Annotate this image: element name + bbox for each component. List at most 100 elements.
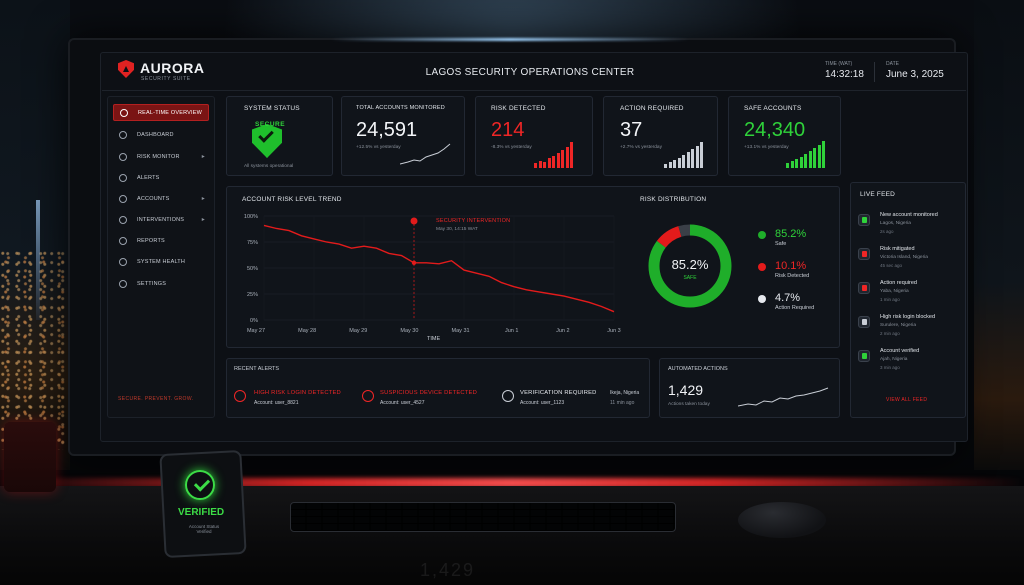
- sidebar-item[interactable]: SETTINGS: [113, 275, 209, 292]
- action-required-bars: [664, 140, 703, 168]
- live-feed-title: LIVE FEED: [860, 191, 896, 198]
- document-icon: [119, 236, 127, 245]
- shield-icon: [119, 152, 127, 161]
- feed-item-time: 1 min ago: [880, 297, 900, 302]
- system-status-sub: All systems operational: [244, 164, 294, 169]
- feed-item-time: 3 min ago: [880, 365, 900, 370]
- annotation-title: SECURITY INTERVENTION: [436, 218, 511, 224]
- view-all-feed-link[interactable]: VIEW ALL FEED: [886, 397, 927, 403]
- user-icon: [119, 194, 127, 203]
- automated-actions-sub: Actions taken today: [668, 402, 710, 407]
- recent-alerts-title: RECENT ALERTS: [234, 366, 280, 372]
- chevron-icon: ▸: [201, 154, 205, 160]
- sidebar-item[interactable]: REPORTS: [113, 232, 209, 249]
- feed-item-location: Surulere, Nigeria: [880, 323, 916, 328]
- bell-icon: [119, 173, 127, 182]
- tower-light: [36, 200, 40, 320]
- safe-accounts-sub: +13.1% vs yesterday: [744, 145, 789, 150]
- feed-item-location: Lagos, Nigeria: [880, 221, 911, 226]
- sidebar-item[interactable]: RISK MONITOR ▸: [113, 148, 209, 165]
- total-accounts-value: 24,591: [356, 119, 418, 141]
- mouse: [738, 502, 826, 538]
- alert-verify-icon: [502, 390, 514, 402]
- feed-status-icon: [858, 248, 870, 260]
- sidebar-item[interactable]: INTERVENTIONS ▸: [113, 211, 209, 228]
- clock-time: 14:32:18: [825, 69, 864, 80]
- right-window: [974, 0, 1024, 470]
- alert-title[interactable]: HIGH RISK LOGIN DETECTED: [254, 390, 341, 396]
- risk-detected-value: 214: [491, 119, 525, 141]
- feed-item-location: Yaba, Nigeria: [880, 289, 909, 294]
- sidebar-item-label: RISK MONITOR: [137, 153, 180, 160]
- system-status-state: SECURE: [255, 121, 286, 128]
- legend-swatch: [758, 231, 766, 239]
- feed-item-time: 2 min ago: [880, 331, 900, 336]
- monitor-glow: [330, 38, 690, 41]
- alert-location: Ikeja, Nigeria: [610, 390, 640, 396]
- alert-account: Account: user_1123: [520, 400, 565, 406]
- sidebar-item[interactable]: ACCOUNTS ▸: [113, 190, 209, 207]
- feed-item[interactable]: Risk mitigated Victoria Island, Nigeria 45…: [858, 246, 960, 276]
- sidebar-item[interactable]: REAL-TIME OVERVIEW: [113, 104, 209, 121]
- chevron-icon: ▸: [201, 196, 205, 202]
- phone-check-icon: [185, 470, 215, 500]
- feed-item[interactable]: New account monitored Lagos, Nigeria 2s ag…: [858, 212, 960, 242]
- donut-center-value: 85.2%: [671, 257, 709, 272]
- legend-value: 85.2%: [775, 228, 807, 240]
- date-label: DATE: [886, 61, 899, 67]
- sidebar-item-label: SYSTEM HEALTH: [137, 258, 186, 265]
- legend-label: Action Required: [775, 305, 815, 311]
- sidebar-tagline: SECURE. PREVENT. GROW.: [118, 396, 194, 402]
- heart-icon: [119, 257, 127, 266]
- sidebar-item-label: INTERVENTIONS: [137, 216, 185, 223]
- sidebar-item[interactable]: SYSTEM HEALTH: [113, 253, 209, 270]
- brand-name: AURORA: [140, 60, 205, 76]
- feed-item-title: Action required: [880, 280, 917, 286]
- safe-accounts-bars: [786, 140, 825, 168]
- risk-detected-sub: -8.3% vs yesterday: [491, 145, 532, 150]
- x-axis-label: TIME: [427, 336, 441, 342]
- alert-title[interactable]: VERIFICATION REQUIRED: [520, 390, 597, 396]
- alert-shield-icon: [234, 390, 246, 402]
- desk-reflection: 1,429: [420, 560, 476, 580]
- automated-actions-title: AUTOMATED ACTIONS: [668, 366, 728, 372]
- clock-date: June 3, 2025: [886, 69, 944, 80]
- feed-status-icon: [858, 316, 870, 328]
- alert-title[interactable]: SUSPICIOUS DEVICE DETECTED: [380, 390, 477, 396]
- feed-status-icon: [858, 282, 870, 294]
- header-divider: [874, 62, 875, 82]
- phone: [159, 449, 247, 559]
- sidebar-item-label: REAL-TIME OVERVIEW: [138, 109, 203, 116]
- legend-swatch: [758, 263, 766, 271]
- legend-value: 10.1%: [775, 260, 807, 272]
- grid-icon: [119, 130, 127, 139]
- legend-value: 4.7%: [775, 292, 801, 304]
- feed-item[interactable]: Account verified Ajah, Nigeria 3 min ago: [858, 348, 960, 378]
- sidebar-item-label: ALERTS: [137, 174, 160, 181]
- phone-status: VERIFIED: [178, 507, 225, 518]
- automated-actions-value: 1,429: [668, 382, 704, 398]
- trend-title: ACCOUNT RISK LEVEL TREND: [242, 196, 342, 203]
- legend-label: Safe: [775, 241, 787, 247]
- sidebar-item[interactable]: DASHBOARD: [113, 126, 209, 143]
- gear-icon: [119, 279, 127, 288]
- keyboard: [290, 502, 676, 532]
- feed-item-title: High risk login blocked: [880, 314, 936, 320]
- feed-status-icon: [858, 214, 870, 226]
- feed-item[interactable]: Action required Yaba, Nigeria 1 min ago: [858, 280, 960, 310]
- alert-device-icon: [362, 390, 374, 402]
- legend-label: Risk Detected: [775, 273, 810, 279]
- speaker: [4, 422, 56, 492]
- action-required-value: 37: [620, 119, 643, 141]
- sidebar-item[interactable]: ALERTS: [113, 169, 209, 186]
- time-label: TIME (WAT): [825, 61, 853, 67]
- desk-surface: [0, 486, 1024, 585]
- feed-item-title: Risk mitigated: [880, 246, 915, 252]
- risk-detected-bars: [534, 140, 573, 168]
- feed-item-location: Victoria Island, Nigeria: [880, 255, 928, 260]
- feed-item[interactable]: High risk login blocked Surulere, Nigeria…: [858, 314, 960, 344]
- wrench-icon: [119, 215, 127, 224]
- sidebar-item-label: DASHBOARD: [137, 131, 174, 138]
- automated-actions-sparkline: [738, 387, 829, 407]
- action-required-sub: +2.7% vs yesterday: [620, 145, 662, 150]
